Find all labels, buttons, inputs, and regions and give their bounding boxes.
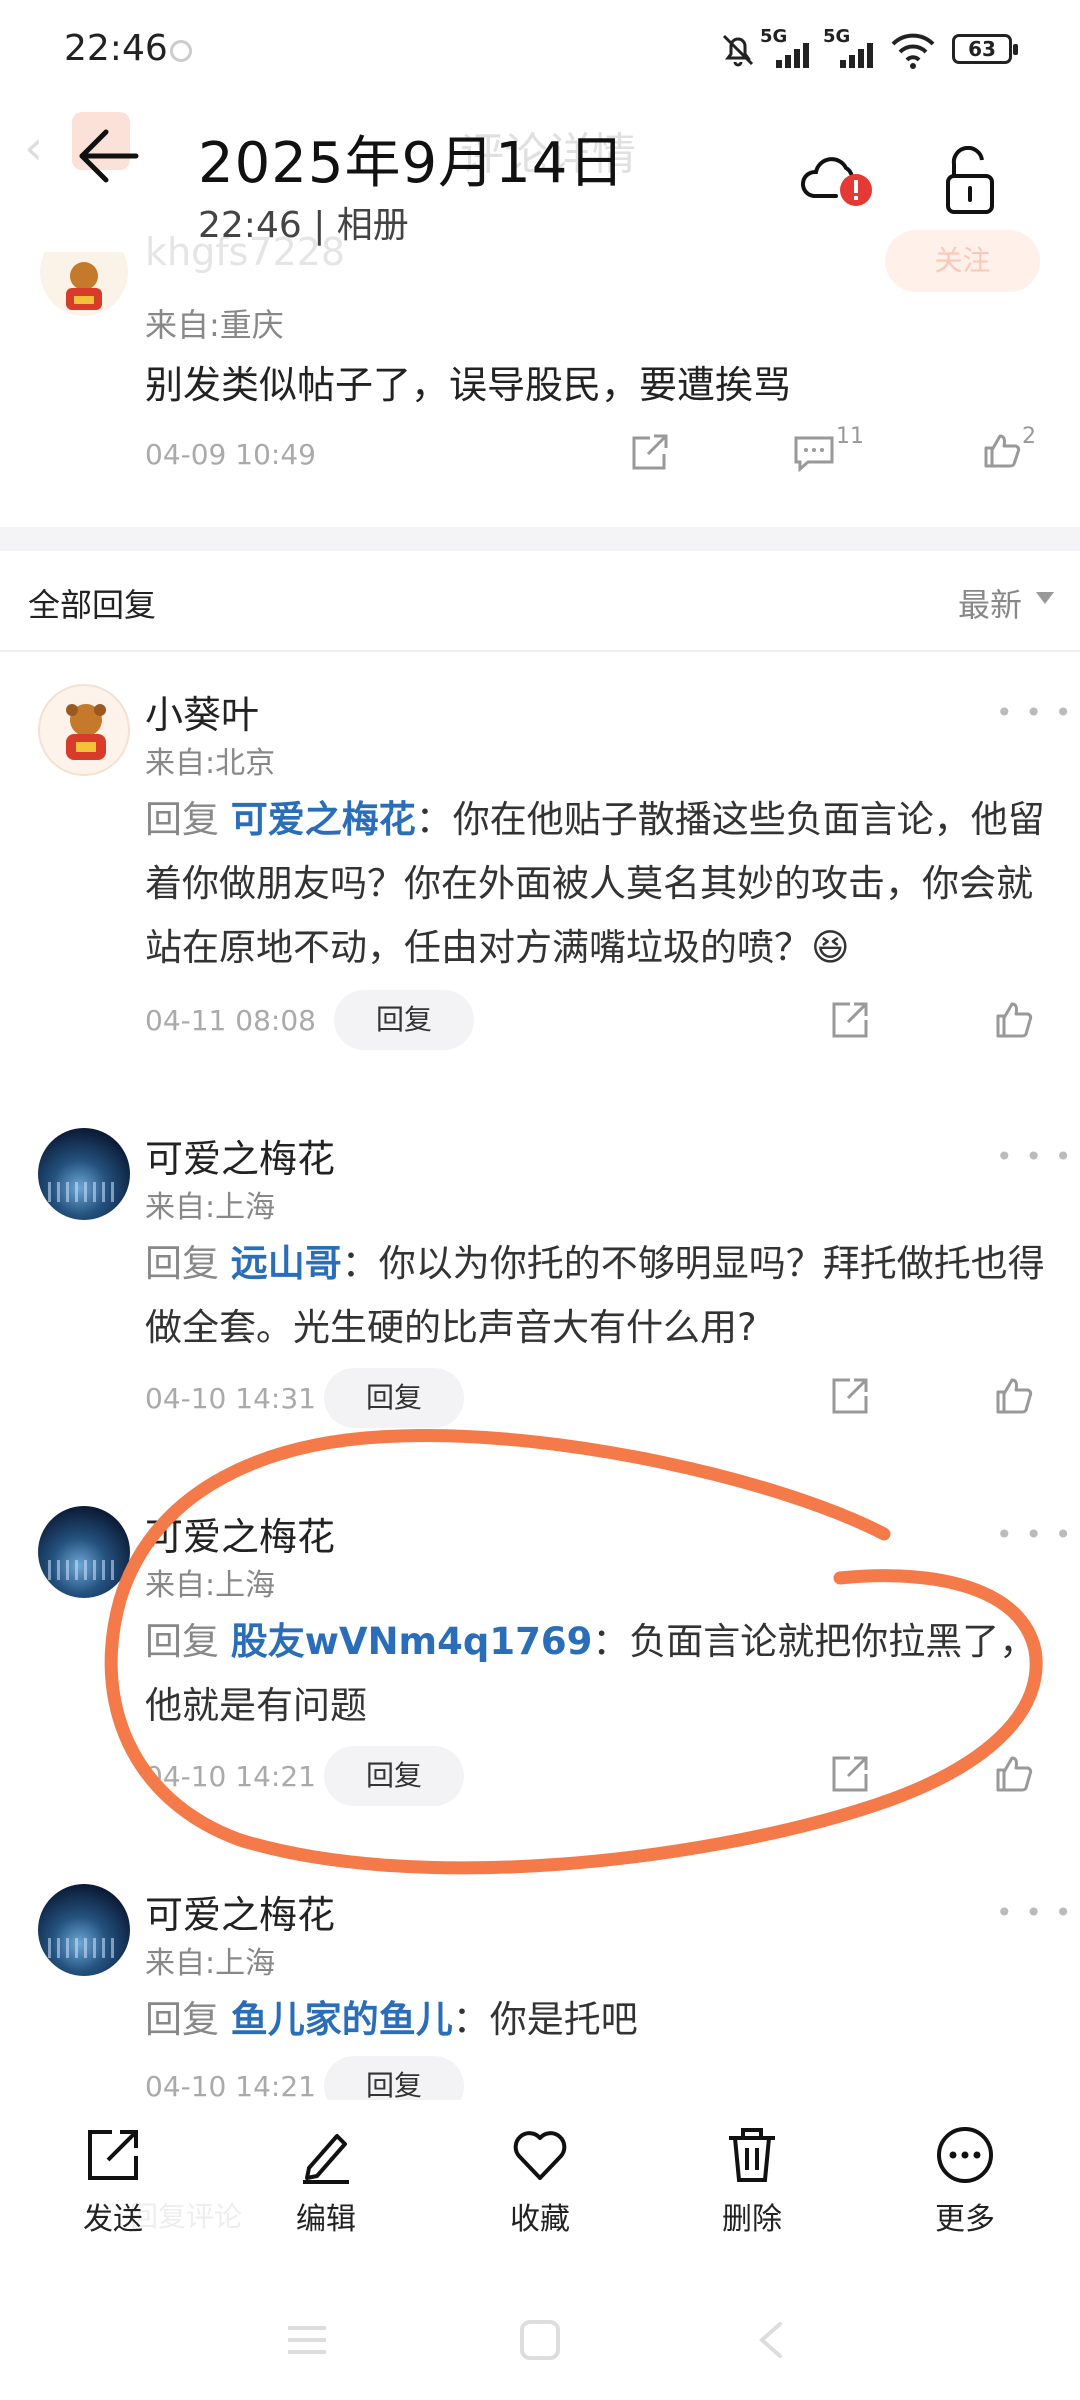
comment-author[interactable]: 可爱之梅花 — [145, 1128, 335, 1183]
reply-target-link[interactable]: 鱼儿家的鱼儿 — [231, 1998, 453, 2041]
heart-icon — [513, 2131, 567, 2180]
comment-text: ：你是托吧 — [452, 1998, 638, 2041]
reply-prefix: 回复 — [145, 1998, 219, 2041]
battery-icon: 63 — [952, 34, 1012, 64]
sort-dropdown[interactable]: 最新 — [958, 580, 1022, 626]
nav-back-icon[interactable] — [752, 2320, 792, 2360]
status-time: 22:46 — [64, 28, 168, 69]
post-avatar[interactable] — [38, 252, 130, 322]
more-circle-icon — [937, 2127, 993, 2183]
share-icon[interactable] — [828, 1752, 872, 1796]
comment-body: 回复 股友wVNm4q1769：负面言论就把你拉黑了，他就是有问题 — [145, 1610, 1045, 1738]
caret-down-icon[interactable] — [1036, 592, 1054, 604]
reply-prefix: 回复 — [145, 1620, 219, 1663]
reply-button[interactable]: 回复 — [324, 1746, 464, 1806]
home-icon[interactable] — [518, 2320, 562, 2360]
comment-location: 来自:上海 — [145, 1190, 276, 1225]
post-time: 04-09 10:49 — [145, 438, 316, 471]
unlock-icon[interactable] — [942, 146, 998, 216]
comment-avatar[interactable] — [38, 684, 130, 776]
share-icon[interactable] — [628, 432, 672, 472]
like-count: 2 — [1022, 424, 1036, 449]
recent-apps-icon[interactable] — [284, 2320, 330, 2360]
wifi-icon — [891, 33, 935, 69]
photo-date-title: 2025年9月14日 — [198, 131, 626, 196]
reply-target-link[interactable]: 远山哥 — [231, 1242, 342, 1285]
comment-body: 回复 可爱之梅花：你在他贴子散播这些负面言论，他留着你做朋友吗？你在外面被人莫名… — [145, 788, 1045, 980]
battery-tip — [1013, 44, 1018, 55]
send-share-icon — [88, 2130, 138, 2180]
edit-label: 编辑 — [296, 2202, 356, 2237]
more-options-icon[interactable]: • • • — [996, 1518, 1073, 1551]
more-options-icon[interactable]: • • • — [996, 1896, 1073, 1929]
reply-prefix: 回复 — [145, 1242, 219, 1285]
like-icon[interactable] — [980, 430, 1024, 470]
pencil-icon — [303, 2134, 349, 2184]
send-button[interactable]: 发送 — [53, 2124, 173, 2238]
comment-time: 04-10 14:21 — [145, 2070, 316, 2103]
trash-icon — [729, 2128, 775, 2182]
ox-avatar-image — [66, 704, 106, 760]
status-dot-icon — [170, 40, 192, 62]
comment-icon[interactable] — [792, 432, 836, 472]
section-divider — [0, 527, 1080, 551]
reply-target-link[interactable]: 可爱之梅花 — [231, 798, 416, 841]
more-options-icon[interactable]: • • • — [996, 696, 1073, 729]
delete-button[interactable]: 删除 — [692, 2124, 812, 2238]
like-icon[interactable] — [992, 1374, 1036, 1418]
comment-time: 04-10 14:31 — [145, 1382, 316, 1415]
post-text: 别发类似帖子了，误导股民，要遭挨骂 — [145, 363, 792, 407]
share-icon[interactable] — [828, 1374, 872, 1418]
signal-1-icon — [776, 43, 809, 68]
more-button[interactable]: 更多 — [905, 2124, 1025, 2238]
comment-avatar[interactable] — [38, 1506, 130, 1598]
comment-author[interactable]: 可爱之梅花 — [145, 1884, 335, 1939]
delete-label: 删除 — [722, 2202, 782, 2237]
mute-bell-icon — [722, 34, 754, 67]
reply-prefix: 回复 — [145, 798, 219, 841]
signal-2-icon — [840, 43, 873, 68]
share-icon[interactable] — [828, 998, 872, 1042]
reply-target-link[interactable]: 股友wVNm4q1769 — [231, 1620, 593, 1663]
back-arrow-icon[interactable] — [70, 118, 146, 194]
comment-time: 04-10 14:21 — [145, 1760, 316, 1793]
post-location: 来自:重庆 — [145, 306, 284, 344]
comment-time: 04-11 08:08 — [145, 1004, 316, 1037]
cloud-sync-error-icon[interactable] — [800, 150, 876, 210]
comment-location: 来自:上海 — [145, 1568, 276, 1603]
list-divider — [0, 650, 1080, 652]
comment-location: 来自:北京 — [145, 746, 276, 781]
reply-button[interactable]: 回复 — [334, 990, 474, 1050]
comment-body: 回复 远山哥：你以为你托的不够明显吗？拜托做托也得做全套。光生硬的比声音大有什么… — [145, 1232, 1045, 1360]
all-replies-heading: 全部回复 — [28, 586, 157, 624]
favorite-label: 收藏 — [510, 2202, 570, 2237]
like-icon[interactable] — [992, 998, 1036, 1042]
like-icon[interactable] — [992, 1752, 1036, 1796]
comment-avatar[interactable] — [38, 1128, 130, 1220]
comment-author[interactable]: 小葵叶 — [145, 684, 259, 739]
comment-body: 回复 鱼儿家的鱼儿：你是托吧 — [145, 1988, 1045, 2052]
comment-author[interactable]: 可爱之梅花 — [145, 1506, 335, 1561]
comment-location: 来自:上海 — [145, 1946, 276, 1981]
reply-button[interactable]: 回复 — [324, 1368, 464, 1428]
more-label: 更多 — [935, 2202, 995, 2237]
comment-avatar[interactable] — [38, 1884, 130, 1976]
send-label: 发送 — [83, 2202, 143, 2237]
underlying-follow-button: 关注 — [885, 230, 1040, 292]
photo-subtitle: 22:46 | 相册 — [198, 205, 409, 246]
favorite-button[interactable]: 收藏 — [480, 2124, 600, 2238]
comment-count: 11 — [836, 424, 864, 449]
more-options-icon[interactable]: • • • — [996, 1140, 1073, 1173]
underlying-back-icon: ‹ — [24, 120, 44, 176]
edit-button[interactable]: 编辑 — [266, 2124, 386, 2238]
